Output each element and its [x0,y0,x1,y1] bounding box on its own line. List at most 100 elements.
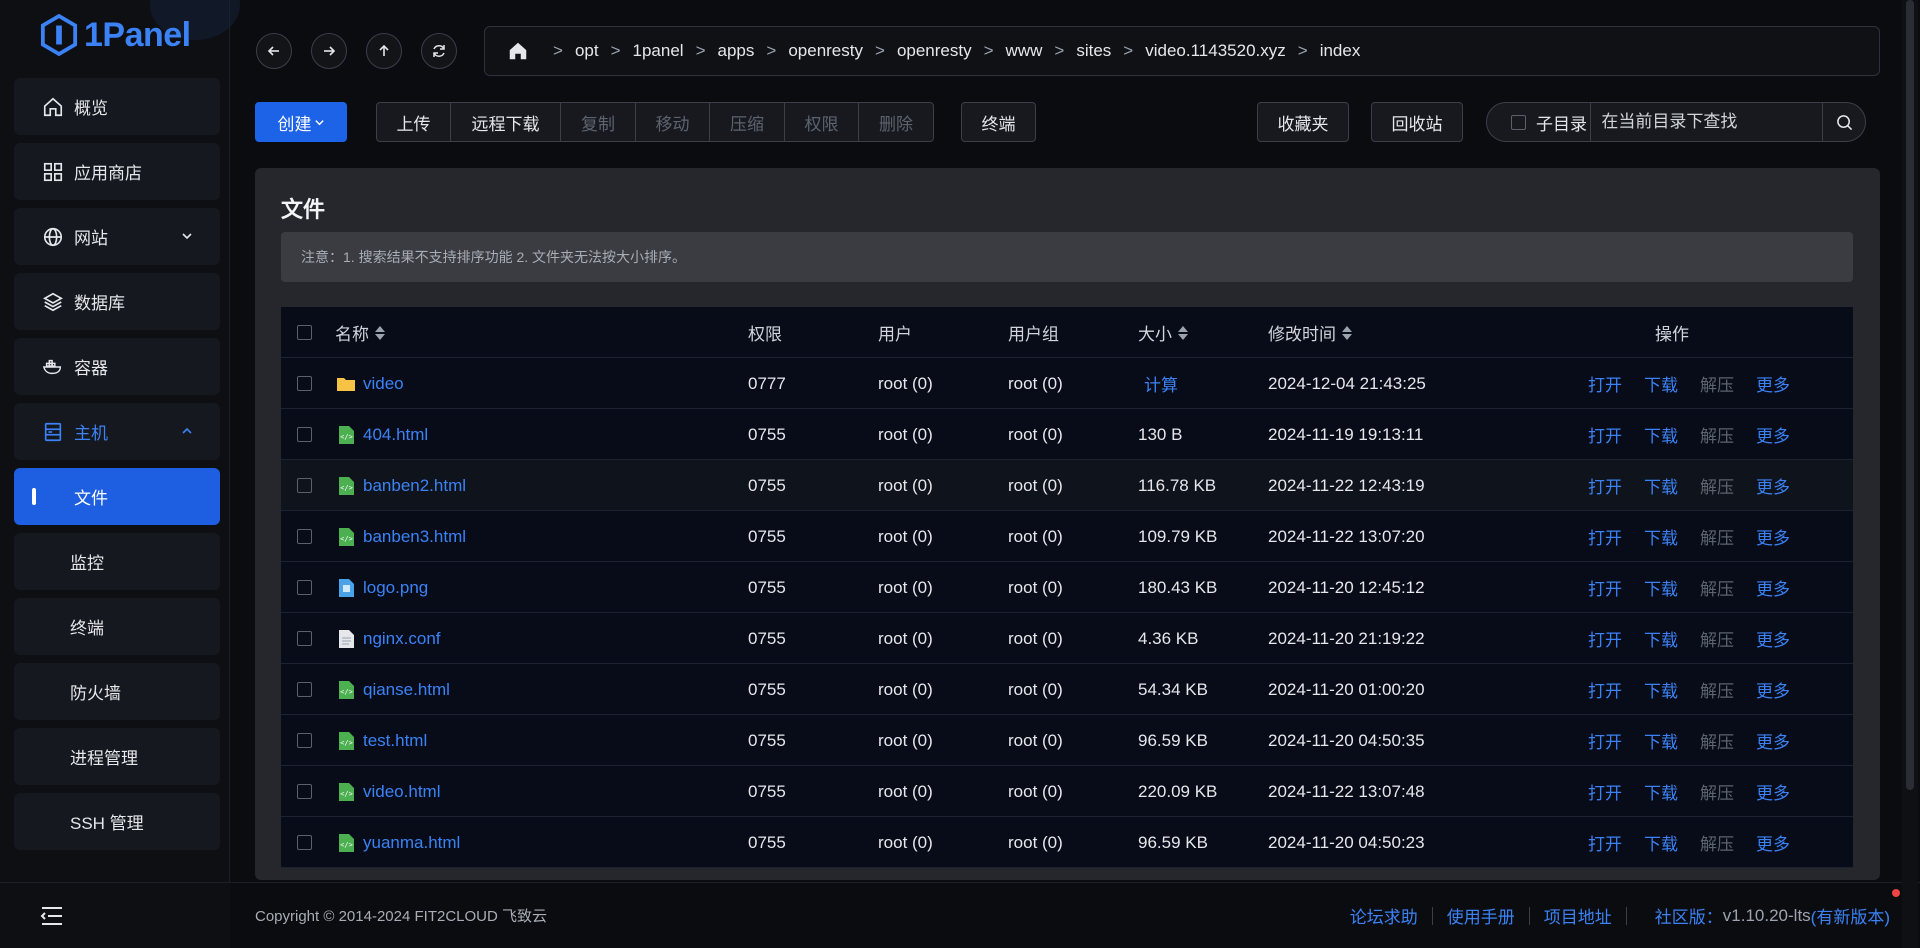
row-op-button[interactable]: 解压 [1700,422,1756,447]
file-name-link[interactable]: qianse.html [363,680,450,700]
row-op-button[interactable]: 下载 [1644,728,1700,753]
row-checkbox[interactable] [297,409,312,460]
row-op-button[interactable]: 更多 [1756,677,1812,702]
row-op-button[interactable]: 更多 [1756,524,1812,549]
favorites-button[interactable]: 收藏夹 [1257,102,1349,142]
sidebar-subitem-ssh[interactable]: SSH 管理 [14,793,220,850]
sidebar-item-host[interactable]: 主机 [14,403,220,460]
collapse-menu-icon[interactable] [40,905,64,927]
row-op-button[interactable]: 解压 [1700,575,1756,600]
file-name-link[interactable]: logo.png [363,578,428,598]
sidebar-subitem-monitor[interactable]: 监控 [14,533,220,590]
row-op-button[interactable]: 解压 [1700,677,1756,702]
sidebar-subitem-process[interactable]: 进程管理 [14,728,220,785]
app-logo[interactable]: 1Panel [40,10,191,60]
up-button[interactable] [366,33,402,69]
row-checkbox[interactable] [297,664,312,715]
row-op-button[interactable]: 更多 [1756,371,1812,396]
new-version-link[interactable]: (有新版本) [1811,889,1900,928]
row-op-button[interactable]: 打开 [1588,779,1644,804]
row-op-button[interactable]: 下载 [1644,524,1700,549]
table-row[interactable]: video 0777 root (0) root (0) 计算 2024-12-… [281,358,1853,409]
row-op-button[interactable]: 解压 [1700,728,1756,753]
row-op-button[interactable]: 打开 [1588,422,1644,447]
select-all-checkbox[interactable] [297,307,312,358]
sidebar-subitem-files[interactable]: 文件 [14,468,220,525]
row-op-button[interactable]: 打开 [1588,677,1644,702]
file-name-link[interactable]: video.html [363,782,440,802]
scrollbar[interactable] [1906,0,1914,790]
row-op-button[interactable]: 打开 [1588,371,1644,396]
breadcrumb-item[interactable]: www [1006,41,1043,61]
table-row[interactable]: </> test.html 0755 root (0) root (0) 96.5… [281,715,1853,766]
row-op-button[interactable]: 解压 [1700,524,1756,549]
row-op-button[interactable]: 下载 [1644,830,1700,855]
row-op-button[interactable]: 解压 [1700,371,1756,396]
project-link[interactable]: 项目地址 [1530,903,1626,928]
sidebar-subitem-firewall[interactable]: 防火墙 [14,663,220,720]
file-name-link[interactable]: video [363,374,404,394]
breadcrumb-item[interactable]: openresty [788,41,863,61]
table-row[interactable]: </> qianse.html 0755 root (0) root (0) 54… [281,664,1853,715]
table-row[interactable]: logo.png 0755 root (0) root (0) 180.43 K… [281,562,1853,613]
refresh-button[interactable] [421,33,457,69]
row-op-button[interactable]: 下载 [1644,779,1700,804]
row-op-button[interactable]: 更多 [1756,575,1812,600]
row-op-button[interactable]: 打开 [1588,830,1644,855]
row-op-button[interactable]: 解压 [1700,779,1756,804]
subdirectory-checkbox[interactable]: 子目录 [1487,103,1592,141]
sort-icon[interactable] [1178,325,1188,341]
breadcrumb-item[interactable]: 1panel [633,41,684,61]
copy-button[interactable]: 复制 [561,102,636,142]
table-row[interactable]: </> yuanma.html 0755 root (0) root (0) 96… [281,817,1853,868]
compress-button[interactable]: 压缩 [710,102,785,142]
row-op-button[interactable]: 更多 [1756,473,1812,498]
row-op-button[interactable]: 更多 [1756,779,1812,804]
file-name-link[interactable]: yuanma.html [363,833,460,853]
table-row[interactable]: </> video.html 0755 root (0) root (0) 220… [281,766,1853,817]
sort-icon[interactable] [1342,325,1352,341]
row-checkbox[interactable] [297,562,312,613]
row-op-button[interactable]: 解压 [1700,830,1756,855]
sidebar-item-app-store[interactable]: 应用商店 [14,143,220,200]
row-checkbox[interactable] [297,358,312,409]
recycle-bin-button[interactable]: 回收站 [1371,102,1463,142]
table-row[interactable]: </> banben2.html 0755 root (0) root (0) 1… [281,460,1853,511]
row-op-button[interactable]: 下载 [1644,473,1700,498]
breadcrumb-item[interactable]: opt [575,41,599,61]
delete-button[interactable]: 删除 [859,102,934,142]
sidebar-item-database[interactable]: 数据库 [14,273,220,330]
search-input[interactable] [1591,103,1823,141]
breadcrumb-item[interactable]: sites [1076,41,1111,61]
permission-button[interactable]: 权限 [785,102,859,142]
file-name-link[interactable]: 404.html [363,425,428,445]
terminal-button[interactable]: 终端 [961,102,1036,142]
row-op-button[interactable]: 下载 [1644,371,1700,396]
row-op-button[interactable]: 打开 [1588,575,1644,600]
row-op-button[interactable]: 更多 [1756,830,1812,855]
row-op-button[interactable]: 更多 [1756,728,1812,753]
create-button[interactable]: 创建 [255,102,347,142]
upload-button[interactable]: 上传 [376,102,451,142]
manual-link[interactable]: 使用手册 [1433,903,1529,928]
move-button[interactable]: 移动 [636,102,710,142]
search-button[interactable] [1822,103,1865,141]
breadcrumb-item[interactable]: video.1143520.xyz [1145,41,1286,61]
file-name-link[interactable]: banben3.html [363,527,466,547]
header-modified[interactable]: 修改时间 [1268,307,1352,358]
row-checkbox[interactable] [297,766,312,817]
row-checkbox[interactable] [297,460,312,511]
row-op-button[interactable]: 解压 [1700,626,1756,651]
row-op-button[interactable]: 下载 [1644,626,1700,651]
row-op-button[interactable]: 打开 [1588,473,1644,498]
row-op-button[interactable]: 解压 [1700,473,1756,498]
row-op-button[interactable]: 更多 [1756,626,1812,651]
header-size[interactable]: 大小 [1138,307,1188,358]
table-row[interactable]: nginx.conf 0755 root (0) root (0) 4.36 K… [281,613,1853,664]
checkbox[interactable] [1511,114,1526,130]
file-name-link[interactable]: test.html [363,731,427,751]
row-checkbox[interactable] [297,817,312,868]
back-button[interactable] [256,33,292,69]
row-op-button[interactable]: 更多 [1756,422,1812,447]
remote-download-button[interactable]: 远程下载 [451,102,561,142]
